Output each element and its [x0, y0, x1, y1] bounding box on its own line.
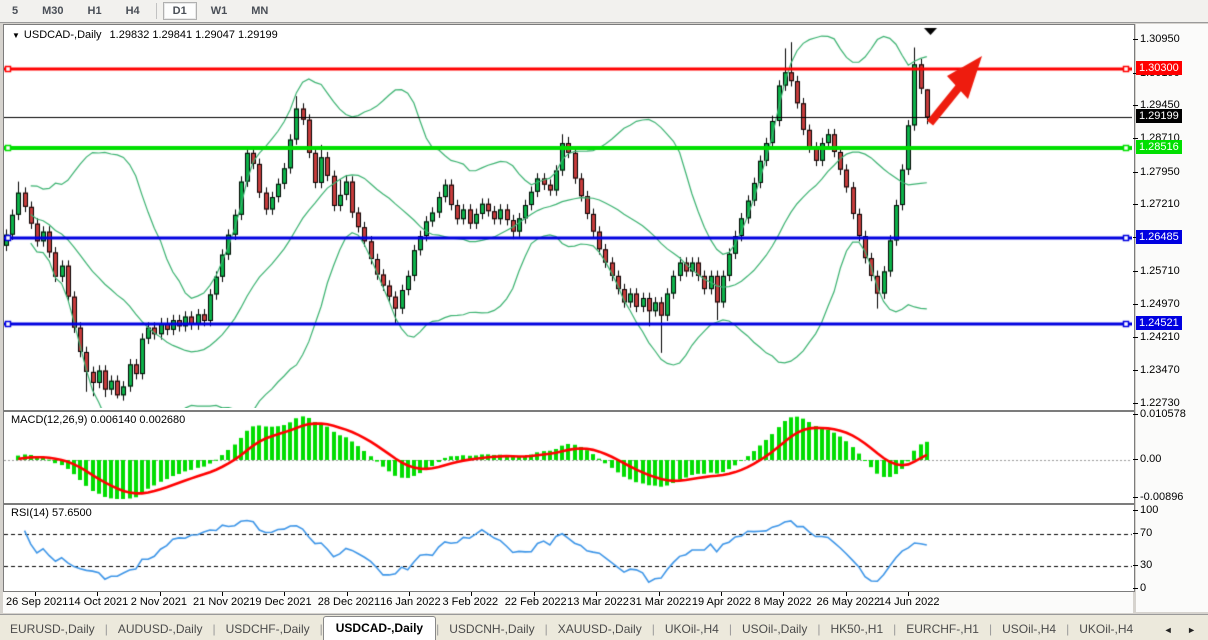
rsi-panel: RSI(14) 57.6500	[3, 504, 1135, 592]
price-tick: 1.25710	[1140, 265, 1180, 278]
price-level-label: 1.30300	[1136, 61, 1182, 75]
chart-tab-bar: EURUSD-,Daily|AUDUSD-,Daily|USDCHF-,Dail…	[0, 614, 1208, 640]
price-tick: 1.23470	[1140, 364, 1180, 377]
price-axis[interactable]: 1.309501.301901.294501.287101.279501.272…	[1136, 24, 1208, 612]
current-price-label: 1.29199	[1136, 109, 1182, 123]
macd-axis-label: 0.010578	[1140, 408, 1186, 421]
rsi-canvas[interactable]	[4, 505, 1132, 589]
date-label: 3 Feb 2022	[442, 596, 498, 608]
tab-scroll-arrows-icon[interactable]: ◄ ►	[1164, 625, 1202, 635]
price-chart-panel: ▼ USDCAD-,Daily 1.29832 1.29841 1.29047 1.…	[3, 24, 1135, 411]
chart-tab[interactable]: USDCNH-,Daily	[439, 618, 544, 640]
ohlc-values: 1.29832 1.29841 1.29047 1.29199	[110, 29, 278, 41]
chart-tab[interactable]: USOil-,Daily	[732, 618, 817, 640]
rsi-axis-label: 70	[1140, 527, 1152, 540]
macd-label: MACD(12,26,9) 0.006140 0.002680	[11, 414, 185, 426]
time-axis[interactable]: 26 Sep 202114 Oct 20212 Nov 2021 21 Nov 2…	[3, 592, 1133, 613]
rsi-axis-label: 100	[1140, 504, 1158, 517]
price-tick: 1.24210	[1140, 331, 1180, 344]
timeframe-button-5[interactable]: 5	[2, 2, 28, 20]
macd-panel: MACD(12,26,9) 0.006140 0.002680	[3, 411, 1135, 504]
price-tick: 1.27950	[1140, 166, 1180, 179]
chart-title: ▼ USDCAD-,Daily 1.29832 1.29841 1.29047 1.…	[12, 29, 278, 41]
date-label: 9 Dec 2021	[255, 596, 311, 608]
metatrader-window: 5M30 H1H4 D1W1MN ▼ USDCAD-,Daily 1.29832 1.2…	[0, 0, 1208, 640]
chart-tab[interactable]: AUDUSD-,Daily	[108, 618, 213, 640]
macd-axis-label: -0.00896	[1140, 491, 1183, 504]
date-label: 19 Apr 2022	[692, 596, 751, 608]
date-label: 28 Dec 2021	[318, 596, 380, 608]
price-chart-canvas[interactable]	[4, 25, 1132, 408]
date-label: 8 May 2022	[754, 596, 811, 608]
chart-tab[interactable]: UKOil-,H4	[1069, 618, 1143, 640]
chart-tab[interactable]: USDCHF-,Daily	[216, 618, 320, 640]
date-label: 31 Mar 2022	[630, 596, 692, 608]
symbol-label: USDCAD-,Daily	[24, 29, 102, 41]
timeframe-button-h1[interactable]: H1	[78, 2, 112, 20]
timeframe-toolbar: 5M30 H1H4 D1W1MN	[0, 0, 1208, 23]
rsi-axis-label: 0	[1140, 582, 1146, 595]
timeframe-button-m30[interactable]: M30	[32, 2, 73, 20]
date-label: 2 Nov 2021	[131, 596, 187, 608]
chart-tab[interactable]: USDCAD-,Daily	[323, 616, 436, 640]
symbol-dropdown-icon[interactable]: ▼	[12, 31, 20, 40]
date-label: 26 Sep 2021	[6, 596, 68, 608]
price-tick: 1.30950	[1140, 33, 1180, 46]
chart-tab[interactable]: EURUSD-,Daily	[0, 618, 105, 640]
date-label: 14 Jun 2022	[879, 596, 940, 608]
toolbar-separator	[156, 3, 157, 19]
chart-tab[interactable]: EURCHF-,H1	[896, 618, 989, 640]
date-label: 16 Jan 2022	[380, 596, 441, 608]
date-label: 22 Feb 2022	[505, 596, 567, 608]
date-label: 26 May 2022	[817, 596, 881, 608]
chart-tab[interactable]: HK50-,H1	[820, 618, 893, 640]
price-level-label: 1.28516	[1136, 140, 1182, 154]
chart-tab[interactable]: XAUUSD-,Daily	[548, 618, 652, 640]
rsi-label: RSI(14) 57.6500	[11, 507, 92, 519]
date-label: 13 Mar 2022	[567, 596, 629, 608]
timeframe-button-mn[interactable]: MN	[241, 2, 278, 20]
macd-axis-label: 0.00	[1140, 453, 1161, 466]
price-tick: 1.24970	[1140, 298, 1180, 311]
timeframe-button-h4[interactable]: H4	[116, 2, 150, 20]
price-level-label: 1.26485	[1136, 230, 1182, 244]
price-tick: 1.27210	[1140, 198, 1180, 211]
date-label: 14 Oct 2021	[68, 596, 128, 608]
timeframe-button-d1[interactable]: D1	[163, 2, 197, 20]
rsi-axis-label: 30	[1140, 559, 1152, 572]
date-label: 21 Nov 2021	[193, 596, 255, 608]
chart-tab[interactable]: UKOil-,H4	[655, 618, 729, 640]
timeframe-button-w1[interactable]: W1	[201, 2, 238, 20]
price-level-label: 1.24521	[1136, 316, 1182, 330]
chart-tab[interactable]: USOil-,H4	[992, 618, 1066, 640]
